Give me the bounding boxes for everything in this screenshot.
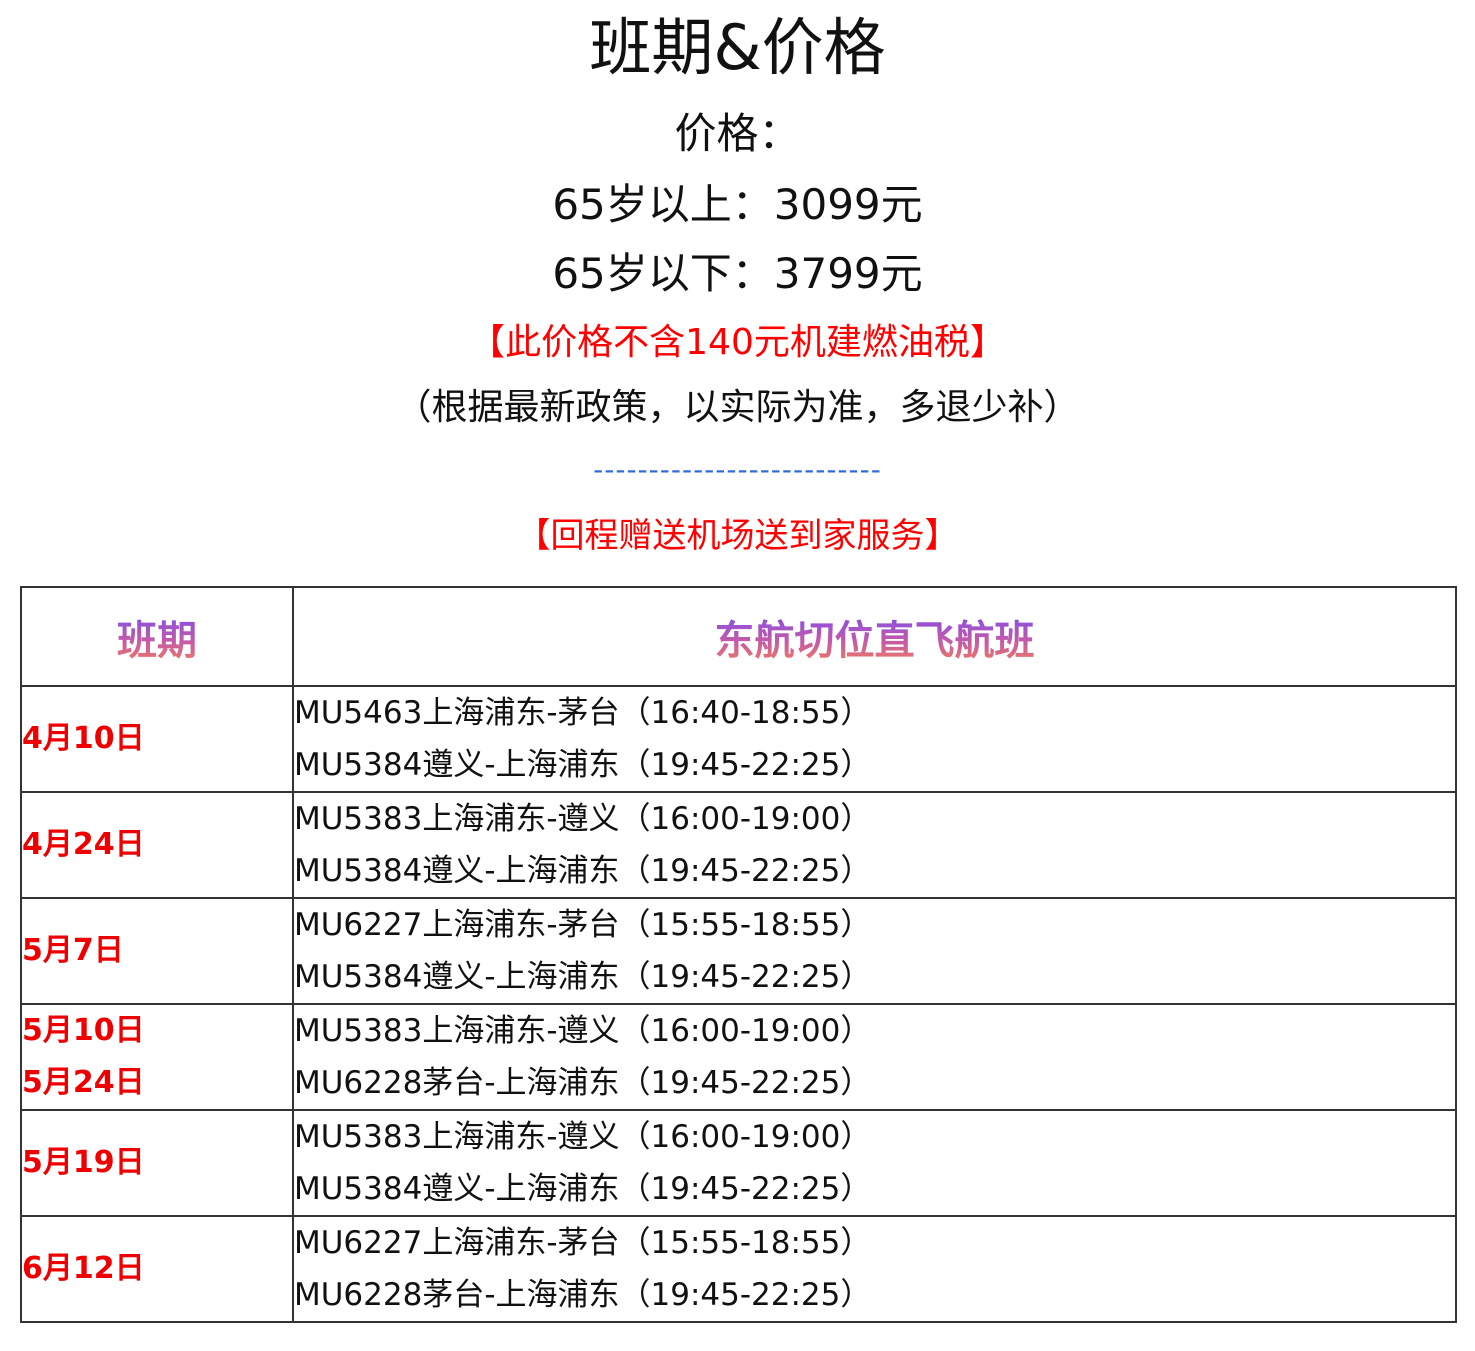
price-senior: 65岁以上：3099元: [552, 180, 923, 229]
flight-cell: MU5383上海浦东-遵义（16:00-19:00） MU6228茅台-上海浦东…: [292, 1003, 1457, 1111]
date-cell: 6月12日: [20, 1215, 294, 1323]
service-notice: 【回程赠送机场送到家服务】: [516, 516, 959, 556]
date-cell: 5月19日: [20, 1109, 294, 1217]
date-label: 4月10日: [22, 721, 145, 756]
flight-line: MU6228茅台-上海浦东（19:45-22:25）: [294, 1065, 872, 1101]
price-label: 价格：: [674, 109, 801, 158]
date-cell: 5月7日: [20, 897, 294, 1005]
flight-cell: MU5383上海浦东-遵义（16:00-19:00） MU5384遵义-上海浦东…: [292, 791, 1457, 899]
flight-line: MU5383上海浦东-遵义（16:00-19:00）: [294, 1119, 872, 1155]
flight-line: MU5384遵义-上海浦东（19:45-22:25）: [294, 959, 872, 995]
policy-notice: （根据最新政策，以实际为准，多退少补）: [395, 387, 1080, 428]
flight-line: MU5384遵义-上海浦东（19:45-22:25）: [294, 1171, 872, 1207]
date-cell: 5月10日 5月24日: [20, 1003, 294, 1111]
schedule-table: 班期 东航切位直飞航班 4月10日 MU5463上海浦东-茅台（16:40-18…: [20, 586, 1457, 1323]
date-label: 6月12日: [22, 1251, 145, 1286]
header-dates: 班期: [20, 586, 294, 687]
header-dates-label: 班期: [117, 617, 197, 664]
table-row: 5月7日 MU6227上海浦东-茅台（15:55-18:55） MU5384遵义…: [20, 897, 1457, 1005]
flight-cell: MU5383上海浦东-遵义（16:00-19:00） MU5384遵义-上海浦东…: [292, 1109, 1457, 1217]
flight-line: MU5383上海浦东-遵义（16:00-19:00）: [294, 801, 872, 837]
table-row: 5月19日 MU5383上海浦东-遵义（16:00-19:00） MU5384遵…: [20, 1109, 1457, 1217]
flight-cell: MU5463上海浦东-茅台（16:40-18:55） MU5384遵义-上海浦东…: [292, 685, 1457, 793]
page-title: 班期&价格: [589, 11, 886, 84]
date-label: 5月24日: [22, 1065, 145, 1100]
price-adult: 65岁以下：3799元: [552, 249, 923, 298]
date-cell: 4月24日: [20, 791, 294, 899]
flight-line: MU5463上海浦东-茅台（16:40-18:55）: [294, 695, 872, 731]
table-row: 6月12日 MU6227上海浦东-茅台（15:55-18:55） MU6228茅…: [20, 1215, 1457, 1323]
flight-line: MU6228茅台-上海浦东（19:45-22:25）: [294, 1277, 872, 1313]
flight-line: MU6227上海浦东-茅台（15:55-18:55）: [294, 1225, 872, 1261]
header-flights: 东航切位直飞航班: [292, 586, 1457, 687]
table-row: 4月10日 MU5463上海浦东-茅台（16:40-18:55） MU5384遵…: [20, 685, 1457, 793]
divider: --------------------------: [593, 453, 882, 486]
date-label: 5月19日: [22, 1145, 145, 1180]
flight-line: MU6227上海浦东-茅台（15:55-18:55）: [294, 907, 872, 943]
header-flights-label: 东航切位直飞航班: [714, 617, 1035, 664]
tax-notice: 【此价格不含140元机建燃油税】: [469, 322, 1006, 363]
flight-line: MU5384遵义-上海浦东（19:45-22:25）: [294, 853, 872, 889]
date-label: 5月7日: [22, 933, 124, 968]
flight-cell: MU6227上海浦东-茅台（15:55-18:55） MU6228茅台-上海浦东…: [292, 1215, 1457, 1323]
date-label: 4月24日: [22, 827, 145, 862]
table-row: 4月24日 MU5383上海浦东-遵义（16:00-19:00） MU5384遵…: [20, 791, 1457, 899]
table-header-row: 班期 东航切位直飞航班: [20, 586, 1457, 687]
date-cell: 4月10日: [20, 685, 294, 793]
flight-line: MU5384遵义-上海浦东（19:45-22:25）: [294, 747, 872, 783]
flight-cell: MU6227上海浦东-茅台（15:55-18:55） MU5384遵义-上海浦东…: [292, 897, 1457, 1005]
date-label: 5月10日: [22, 1013, 145, 1048]
flight-line: MU5383上海浦东-遵义（16:00-19:00）: [294, 1013, 872, 1049]
table-row: 5月10日 5月24日 MU5383上海浦东-遵义（16:00-19:00） M…: [20, 1003, 1457, 1111]
